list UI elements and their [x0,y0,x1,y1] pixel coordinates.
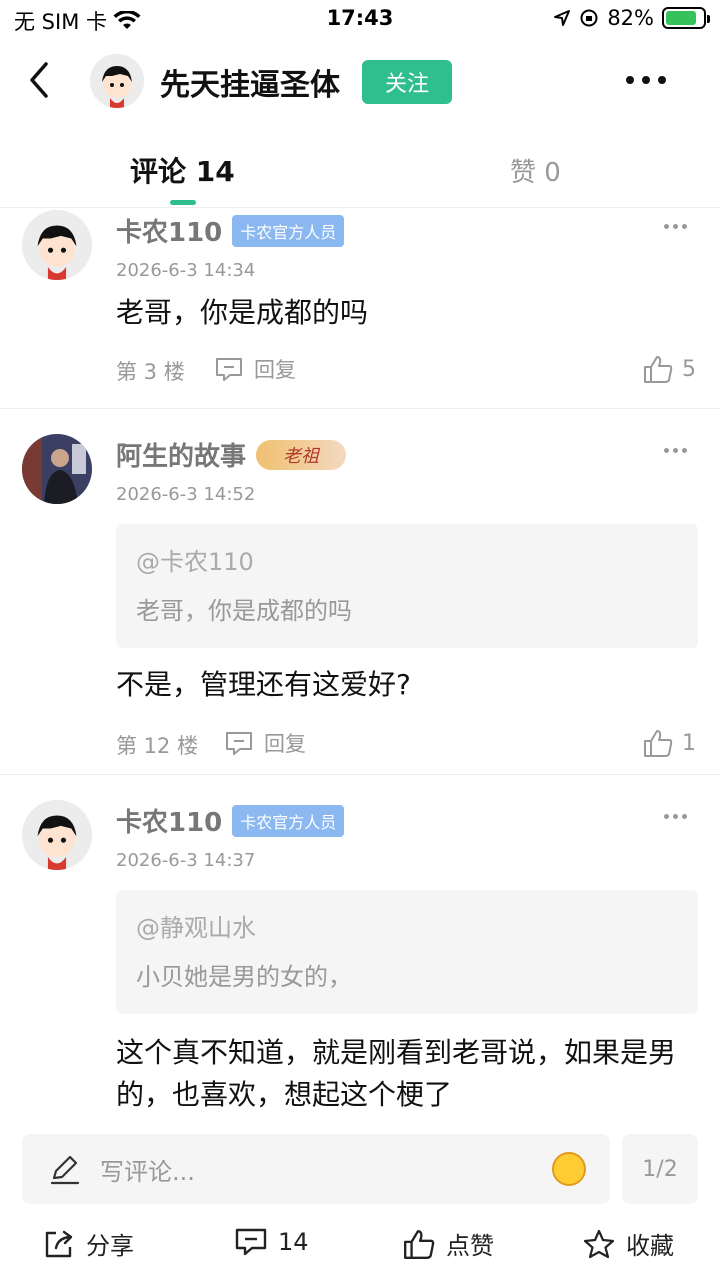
quoted-user[interactable]: @卡农110 [136,542,678,577]
comment-text: 这个真不知道，就是刚看到老哥说，如果是男的，也喜欢，想起这个梗了 [116,1036,677,1111]
comment-more-icon[interactable] [664,224,690,232]
quoted-user[interactable]: @静观山水 [136,908,678,943]
tab-comments[interactable]: 评论 14 [130,150,235,190]
quoted-comment: @卡农110 老哥，你是成都的吗 [116,524,698,648]
tab-bar: 评论 14 赞 0 [0,138,720,208]
quoted-comment: @静观山水 小贝她是男的女的， [116,890,698,1014]
like-post-button[interactable]: 点赞 [402,1226,494,1261]
location-icon [554,10,571,26]
like-count: 5 [682,356,696,382]
avatar-illustration-icon [22,210,92,280]
follow-button[interactable]: 关注 [362,60,452,104]
comment-user-row: 卡农110 卡农官方人员 [116,212,345,249]
comment-icon [235,1228,267,1256]
page-indicator[interactable]: 1/2 [622,1134,698,1204]
reply-icon [216,358,242,381]
tab-likes[interactable]: 赞 0 [510,152,561,189]
comment-time: 2026-6-3 14:34 [116,260,256,281]
comment-user-row: 卡农110 卡农官方人员 [116,802,345,839]
bottom-action-bar: 分享 14 点赞 收藏 [0,1210,720,1280]
commenter-avatar[interactable] [22,434,92,504]
reply-button[interactable]: 回复 [214,354,296,384]
comment-time: 2026-6-3 14:37 [116,850,256,871]
comment-list: 卡农110 卡农官方人员 2026-6-3 14:34 老哥，你是成都的吗 第 … [0,208,720,1128]
comment-more-icon[interactable] [664,814,690,822]
avatar-photo-icon [22,434,92,504]
commenter-avatar[interactable] [22,800,92,870]
avatar-illustration-icon [90,54,144,108]
author-avatar[interactable] [90,54,144,108]
quoted-text: 老哥，你是成都的吗 [136,597,352,625]
comment-time: 2026-6-3 14:52 [116,484,256,505]
author-name[interactable]: 先天挂逼圣体 [160,60,340,104]
comment-username[interactable]: 卡农110 [116,212,222,249]
thumbs-up-icon [644,356,673,383]
avatar-illustration-icon [22,800,92,870]
comment-username[interactable]: 卡农110 [116,802,222,839]
comment-input-placeholder: 写评论... [100,1158,195,1186]
thumbs-up-icon [404,1229,435,1259]
status-right: 82% [553,6,710,30]
thumbs-up-icon [644,730,673,757]
elder-badge: 老祖 [256,439,347,470]
comment-text: 不是，管理还有这爱好? [116,668,411,701]
share-label: 分享 [86,1232,134,1260]
comment-user-row: 阿生的故事 老祖 [116,436,347,473]
reply-label: 回复 [264,732,306,756]
like-label: 点赞 [446,1232,494,1260]
rotation-lock-icon [580,9,598,27]
battery-percent: 82% [607,6,654,30]
reply-label: 回复 [254,358,296,382]
star-icon [583,1229,615,1258]
comment-item: 卡农110 卡农官方人员 2026-6-3 14:37 @静观山水 小贝她是男的… [0,798,720,1128]
tab-indicator [170,200,196,205]
like-button[interactable]: 5 [642,354,696,384]
like-count: 1 [682,730,696,756]
comment-floor: 第 3 楼 [116,360,185,384]
comment-count: 14 [278,1228,309,1256]
official-badge: 卡农官方人员 [232,214,345,247]
favorite-button[interactable]: 收藏 [582,1226,674,1261]
back-icon[interactable] [20,58,60,102]
comment-item: 卡农110 卡农官方人员 2026-6-3 14:34 老哥，你是成都的吗 第 … [0,208,720,408]
quoted-text: 小贝她是男的女的， [136,963,352,991]
official-badge: 卡农官方人员 [232,804,345,837]
commenter-avatar[interactable] [22,210,92,280]
status-bar: 无 SIM 卡 17:43 82% [0,0,720,40]
reply-button[interactable]: 回复 [224,728,306,758]
divider [0,408,720,409]
comment-item: 阿生的故事 老祖 2026-6-3 14:52 @卡农110 老哥，你是成都的吗… [0,432,720,772]
reply-icon [226,732,252,755]
battery-fill [666,11,696,25]
share-button[interactable]: 分享 [42,1226,134,1261]
pencil-icon [50,1155,80,1185]
like-button[interactable]: 1 [642,728,696,758]
emoji-icon[interactable] [552,1152,586,1186]
comment-input[interactable]: 写评论... [22,1134,610,1204]
comment-more-icon[interactable] [664,448,690,456]
comment-text: 老哥，你是成都的吗 [116,296,369,329]
comment-count-button[interactable]: 14 [234,1226,309,1258]
divider [0,774,720,775]
battery-icon [662,7,710,29]
comment-username[interactable]: 阿生的故事 [116,436,246,473]
share-icon [45,1230,73,1257]
favorite-label: 收藏 [626,1232,674,1260]
top-nav: 先天挂逼圣体 关注 [0,42,720,122]
comment-floor: 第 12 楼 [116,734,199,758]
more-options-icon[interactable] [626,70,672,90]
